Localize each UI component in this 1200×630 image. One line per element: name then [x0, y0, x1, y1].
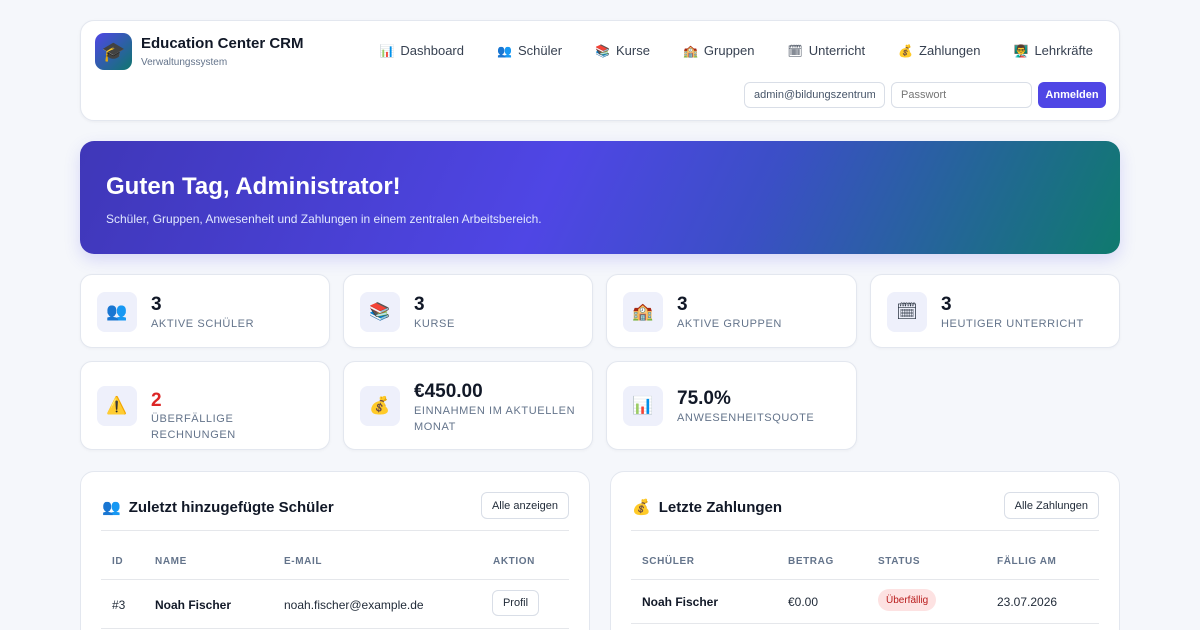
nav-label: Gruppen — [703, 43, 755, 58]
money-bag-icon: 💰 — [360, 386, 400, 426]
panel-title: 👥 Zuletzt hinzugefügte Schüler — [102, 498, 334, 517]
payment-student: Noah Fischer — [642, 595, 719, 609]
nav-label: Schüler — [517, 43, 563, 58]
stat-label: Heutiger Unterricht — [941, 318, 1084, 330]
stat-value: 3 — [941, 294, 952, 315]
users-icon: 👥 — [97, 292, 137, 332]
teacher-icon: 👨‍🏫 — [1013, 43, 1029, 58]
stat-active-students: 👥 3 Aktive Schüler — [80, 274, 330, 348]
main-nav: 📊 Dashboard 👥 Schüler 📚 Kurse 🏫 Gruppen … — [379, 43, 1093, 58]
stat-today-lessons: 🗓 3 Heutiger Unterricht — [870, 274, 1120, 348]
stat-label: Einnahmen im aktuellen Monat — [414, 405, 576, 433]
money-bag-icon: 💰 — [632, 499, 651, 516]
row-divider — [101, 579, 569, 580]
nav-teachers[interactable]: 👨‍🏫 Lehrkräfte — [1014, 43, 1094, 58]
graduation-cap-icon[interactable]: 🎓 — [95, 33, 132, 70]
nav-students[interactable]: 👥 Schüler — [497, 43, 562, 58]
column-header-status: Status — [878, 556, 921, 567]
payment-amount: €0.00 — [788, 595, 819, 609]
books-icon: 📚 — [360, 292, 400, 332]
calendar-icon: 🗓 — [787, 43, 803, 58]
chart-icon: 📊 — [623, 386, 663, 426]
recent-students-panel: 👥 Zuletzt hinzugefügte Schüler Alle anze… — [80, 471, 590, 630]
stat-label: Aktive Gruppen — [677, 318, 782, 330]
users-icon: 👥 — [102, 499, 121, 516]
panel-title-text: Letzte Zahlungen — [658, 498, 783, 516]
warning-icon: ⚠️ — [97, 386, 137, 426]
login-form: Anmelden — [744, 82, 1106, 108]
student-id: #3 — [112, 598, 126, 612]
chart-icon: 📊 — [379, 43, 395, 58]
welcome-banner: Guten Tag, Administrator! Schüler, Grupp… — [80, 141, 1120, 254]
column-header-student: Schüler — [642, 556, 695, 567]
row-divider — [631, 623, 1099, 624]
stat-attendance-rate: 📊 75.0% Anwesenheitsquote — [606, 361, 857, 450]
payment-due-date: 23.07.2026 — [997, 595, 1058, 609]
stat-label: Überfällige Rechnungen — [151, 413, 236, 441]
stat-value: 3 — [414, 294, 425, 315]
nav-label: Kurse — [615, 43, 650, 58]
money-bag-icon: 💰 — [898, 43, 914, 58]
app-subtitle: Verwaltungssystem — [141, 57, 228, 68]
nav-label: Zahlungen — [919, 43, 981, 58]
show-all-students-button[interactable]: Alle anzeigen — [480, 492, 569, 519]
stat-value: 2 — [151, 390, 162, 411]
nav-label: Lehrkräfte — [1034, 43, 1093, 58]
users-icon: 👥 — [497, 43, 512, 58]
books-icon: 📚 — [595, 43, 610, 58]
column-header-due-date: Fällig am — [997, 556, 1057, 567]
all-payments-button[interactable]: Alle Zahlungen — [1003, 492, 1099, 519]
calendar-icon: 🗓 — [887, 292, 927, 332]
stat-courses: 📚 3 Kurse — [343, 274, 593, 348]
stat-value: €450.00 — [414, 381, 483, 402]
student-name: Noah Fischer — [155, 598, 232, 612]
stat-value: 3 — [151, 294, 162, 315]
stat-value: 3 — [677, 294, 688, 315]
status-badge: Überfällig — [878, 589, 937, 611]
nav-lessons[interactable]: 🗓 Unterricht — [788, 43, 866, 58]
panel-title-text: Zuletzt hinzugefügte Schüler — [128, 498, 334, 516]
stat-label: Kurse — [414, 318, 455, 330]
nav-courses[interactable]: 📚 Kurse — [595, 43, 650, 58]
app-title: Education Center CRM — [141, 35, 304, 52]
school-icon: 🏫 — [682, 43, 698, 58]
divider — [631, 530, 1099, 531]
welcome-subtitle: Schüler, Gruppen, Anwesenheit und Zahlun… — [106, 212, 542, 226]
nav-label: Dashboard — [400, 43, 464, 58]
column-header-id: ID — [112, 556, 124, 567]
column-header-name: Name — [155, 556, 187, 567]
school-icon: 🏫 — [623, 292, 663, 332]
column-header-action: Aktion — [493, 556, 535, 567]
row-divider — [631, 579, 1099, 580]
nav-dashboard[interactable]: 📊 Dashboard — [379, 43, 464, 58]
stat-label: Anwesenheitsquote — [677, 412, 815, 424]
column-header-amount: Betrag — [788, 556, 834, 567]
nav-groups[interactable]: 🏫 Gruppen — [683, 43, 755, 58]
panel-title: 💰 Letzte Zahlungen — [632, 498, 783, 517]
stat-label: Aktive Schüler — [151, 318, 255, 330]
profile-button[interactable]: Profil — [492, 590, 539, 616]
login-button[interactable]: Anmelden — [1038, 82, 1106, 108]
password-input[interactable] — [891, 82, 1032, 108]
nav-payments[interactable]: 💰 Zahlungen — [898, 43, 980, 58]
column-header-email: E-Mail — [284, 556, 323, 567]
welcome-title: Guten Tag, Administrator! — [106, 173, 401, 200]
row-divider — [101, 628, 569, 629]
stat-overdue-invoices: ⚠️ 2 Überfällige Rechnungen — [80, 361, 330, 450]
email-input[interactable] — [744, 82, 885, 108]
stat-monthly-revenue: 💰 €450.00 Einnahmen im aktuellen Monat — [343, 361, 593, 450]
top-bar: 🎓 Education Center CRM Verwaltungssystem… — [80, 20, 1120, 121]
student-email: noah.fischer@example.de — [284, 598, 424, 612]
nav-label: Unterricht — [808, 43, 866, 58]
divider — [101, 530, 569, 531]
recent-payments-panel: 💰 Letzte Zahlungen Alle Zahlungen Schüle… — [610, 471, 1120, 630]
stat-value: 75.0% — [677, 388, 731, 409]
stat-active-groups: 🏫 3 Aktive Gruppen — [606, 274, 857, 348]
